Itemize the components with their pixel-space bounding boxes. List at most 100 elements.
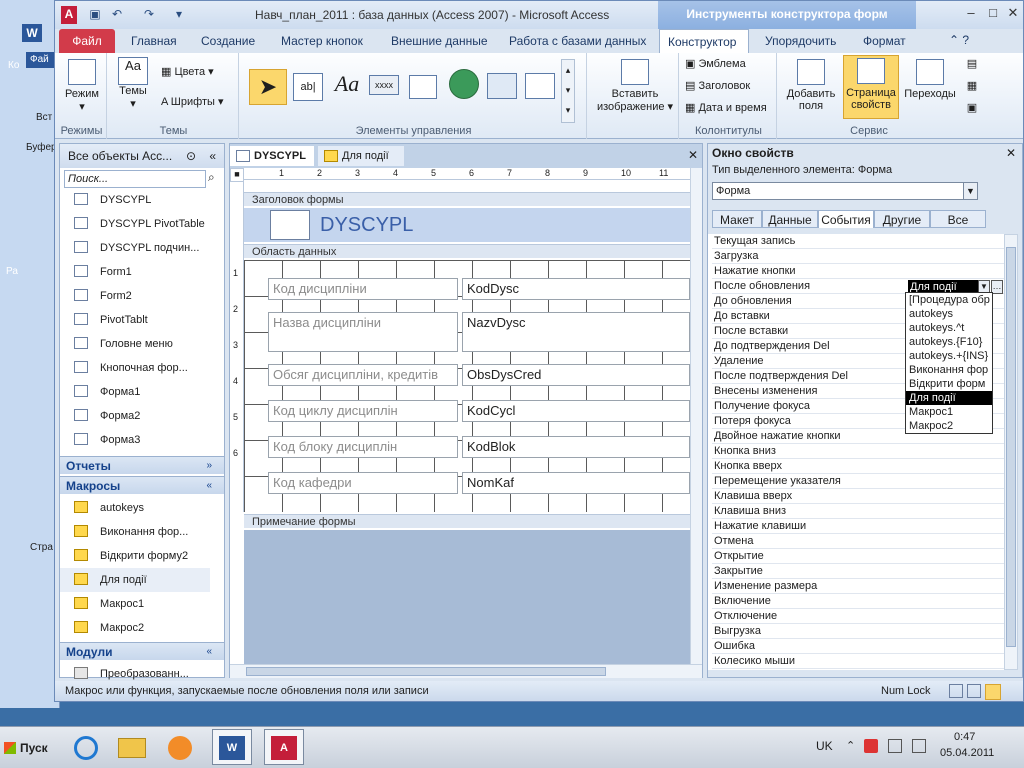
dropdown-option[interactable]: Для події xyxy=(906,391,992,405)
property-row[interactable]: Закрытие xyxy=(712,564,1004,579)
property-row[interactable]: Текущая запись xyxy=(712,234,1004,249)
property-row[interactable]: Отмена xyxy=(712,534,1004,549)
field-label[interactable]: Код кафедри xyxy=(268,472,458,494)
property-scrollbar[interactable] xyxy=(1004,234,1018,670)
property-value[interactable] xyxy=(908,549,1000,563)
tab-file[interactable]: Файл xyxy=(59,29,115,53)
detail-band[interactable]: Область данных xyxy=(244,244,702,258)
nav-item-form[interactable]: DYSCYPL xyxy=(60,188,210,212)
property-value[interactable] xyxy=(908,639,1000,653)
title-button[interactable]: ▤ Заголовок xyxy=(685,79,750,92)
form-footer-band[interactable]: Примечание формы xyxy=(244,514,702,528)
nav-item-macro[interactable]: Відкрити форму2 xyxy=(60,544,210,568)
minimize-button[interactable]: – xyxy=(959,3,983,23)
hyperlink-tool-icon[interactable] xyxy=(449,69,479,99)
field-label[interactable]: Код блоку дисциплін xyxy=(268,436,458,458)
dropdown-option[interactable]: [Процедура обр xyxy=(906,293,992,307)
property-tab[interactable]: Другие xyxy=(874,210,930,228)
nav-section-reports[interactable]: Отчеты» xyxy=(60,456,224,474)
dropdown-option[interactable]: Макрос2 xyxy=(906,419,992,433)
word-task-icon[interactable]: W xyxy=(212,729,252,765)
nav-item-macro[interactable]: Макрос1 xyxy=(60,592,210,616)
convert-macros-icon[interactable]: ▦ xyxy=(963,79,981,97)
layout-view-icon[interactable] xyxy=(967,684,981,698)
nav-item-form[interactable]: PivotTablt xyxy=(60,308,210,332)
doc-vertical-scrollbar[interactable] xyxy=(690,168,702,664)
textbox-tool[interactable]: ab| xyxy=(293,73,323,101)
nav-dropdown-icon[interactable]: ⊙ xyxy=(186,144,196,168)
event-dropdown-list[interactable]: [Процедура обр autokeys autokeys.^t autokey… xyxy=(905,292,993,434)
form-title-label[interactable]: DYSCYPL xyxy=(316,210,696,240)
property-value[interactable] xyxy=(908,624,1000,638)
doc-tab-dyscypl[interactable]: DYSCYPL xyxy=(230,146,314,166)
property-tab[interactable]: Данные xyxy=(762,210,818,228)
close-button[interactable]: ✕ xyxy=(1001,3,1024,23)
tab-external-data[interactable]: Внешние данные xyxy=(383,29,496,53)
field-label[interactable]: Код циклу дисциплін xyxy=(268,400,458,422)
property-row[interactable]: Выгрузка xyxy=(712,624,1004,639)
property-row[interactable]: Открытие xyxy=(712,549,1004,564)
nav-section-modules[interactable]: Модули « xyxy=(60,642,224,660)
field-textbox[interactable]: KodDysc xyxy=(462,278,690,300)
dropdown-option[interactable]: Макрос1 xyxy=(906,405,992,419)
property-row[interactable]: Отключение xyxy=(712,609,1004,624)
nav-header[interactable]: Все объекты Acc... ⊙ « xyxy=(60,144,224,168)
nav-item-form[interactable]: DYSCYPL подчин... xyxy=(60,236,210,260)
media-player-icon[interactable] xyxy=(160,729,200,765)
property-value[interactable] xyxy=(908,594,1000,608)
field-textbox[interactable]: NomKaf xyxy=(462,472,690,494)
property-row[interactable]: Клавиша вниз xyxy=(712,504,1004,519)
themes-button[interactable]: Aa Темы ▾ xyxy=(113,57,153,110)
property-row[interactable]: Нажатие клавиши xyxy=(712,519,1004,534)
nav-item-form[interactable]: Form1 xyxy=(60,260,210,284)
tray-icon[interactable] xyxy=(888,739,902,753)
tab-control-tool[interactable] xyxy=(409,75,437,99)
view-button[interactable]: Режим ▾ xyxy=(61,59,103,113)
property-sheet-close-icon[interactable]: ✕ xyxy=(1006,146,1016,160)
dropdown-option[interactable]: autokeys.{F10} xyxy=(906,335,992,349)
nav-item-form[interactable]: Form2 xyxy=(60,284,210,308)
property-row[interactable]: Изменение размера xyxy=(712,579,1004,594)
property-value[interactable] xyxy=(908,504,1000,518)
view-code-icon[interactable]: ▤ xyxy=(963,57,981,75)
property-value[interactable] xyxy=(908,519,1000,533)
property-sheet-button[interactable]: Страница свойств xyxy=(843,55,899,119)
property-value[interactable] xyxy=(908,444,1000,458)
property-value[interactable] xyxy=(908,234,1000,248)
nav-item-macro[interactable]: Для події xyxy=(60,568,210,592)
label-tool[interactable]: Aa xyxy=(331,71,363,97)
redo-icon[interactable]: ↷ xyxy=(141,6,157,22)
property-row[interactable]: Нажатие кнопки xyxy=(712,264,1004,279)
field-label[interactable]: Назва дисципліни xyxy=(268,312,458,352)
property-row[interactable]: Ошибка xyxy=(712,639,1004,654)
design-view-icon[interactable] xyxy=(985,684,1001,700)
field-textbox[interactable]: KodCycl xyxy=(462,400,690,422)
field-label[interactable]: Обсяг дисципліни, кредитів xyxy=(268,364,458,386)
property-value[interactable] xyxy=(908,534,1000,548)
property-value[interactable] xyxy=(908,249,1000,263)
doc-close-icon[interactable]: ✕ xyxy=(688,148,698,162)
property-row[interactable]: Перемещение указателя xyxy=(712,474,1004,489)
nav-item-form[interactable]: Форма3 xyxy=(60,428,210,452)
dropdown-option[interactable]: Виконання фор xyxy=(906,363,992,377)
object-selector[interactable]: Форма ▼ xyxy=(712,182,978,200)
search-icon[interactable]: ⌕ xyxy=(208,170,215,185)
volume-icon[interactable] xyxy=(912,739,926,753)
nav-item-form[interactable]: Кнопочная фор... xyxy=(60,356,210,380)
nav-item-macro[interactable]: autokeys xyxy=(60,496,210,520)
access-task-icon[interactable]: A xyxy=(264,729,304,765)
form-logo-icon[interactable] xyxy=(270,210,310,240)
field-label[interactable]: Код дисципліни xyxy=(268,278,458,300)
fonts-button[interactable]: A Шрифты ▾ xyxy=(161,95,223,108)
nav-item-form[interactable]: DYSCYPL PivotTable xyxy=(60,212,210,236)
undo-icon[interactable]: ↶ xyxy=(109,6,125,22)
logo-button[interactable]: ▣ Эмблема xyxy=(685,57,746,70)
chevron-down-icon[interactable]: ▼ xyxy=(963,183,977,199)
help-icon[interactable]: ⌃ ? xyxy=(949,33,969,47)
dropdown-option[interactable]: autokeys.^t xyxy=(906,321,992,335)
property-value[interactable] xyxy=(908,459,1000,473)
dropdown-option[interactable]: autokeys xyxy=(906,307,992,321)
clock-time[interactable]: 0:47 xyxy=(954,731,975,743)
navigation-tool-icon[interactable] xyxy=(525,73,555,99)
qat-customize-icon[interactable]: ▾ xyxy=(171,6,187,22)
